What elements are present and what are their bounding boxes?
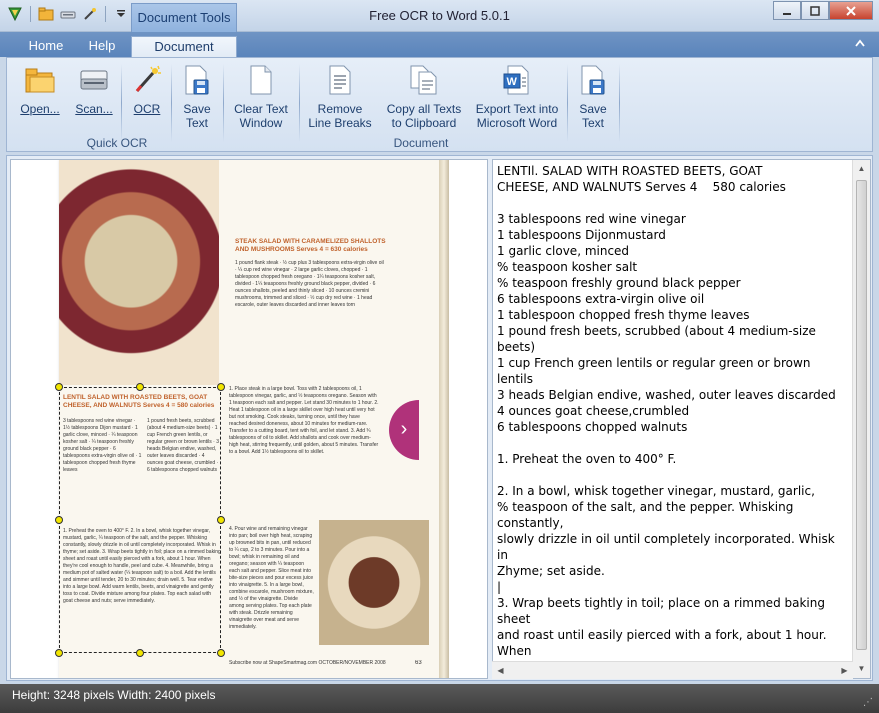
page-edge: [439, 160, 449, 678]
selection-handle-tl[interactable]: [55, 383, 63, 391]
image-preview-pane[interactable]: STEAK SALAD WITH CARAMELIZED SHALLOTS AN…: [10, 159, 488, 679]
scanner-icon: [77, 62, 111, 98]
window-controls: [773, 1, 873, 20]
selection-handle-br[interactable]: [217, 649, 225, 657]
app-logo-icon[interactable]: [6, 5, 24, 23]
ribbon-separator: [567, 64, 568, 142]
magic-wand-icon: [130, 62, 164, 98]
qat-separator: [30, 6, 31, 22]
copy-label-1: Copy all Texts: [386, 102, 462, 116]
ribbon-separator: [121, 64, 122, 142]
tab-home[interactable]: Home: [18, 36, 74, 57]
ocr-label: OCR: [133, 102, 161, 116]
save-text-label-2: Text: [185, 116, 208, 130]
scan-button[interactable]: Scan...: [69, 62, 119, 136]
ocr-button[interactable]: OCR: [125, 62, 169, 136]
steak-ingredients-text: 1 pound flank steak · ½ cup plus 3 table…: [235, 260, 384, 308]
export-label-2: Microsoft Word: [476, 116, 558, 130]
steak-salad-heading: STEAK SALAD WITH CARAMELIZED SHALLOTS AN…: [235, 238, 386, 253]
page-footer: Subscribe now at ShapeSmartmag.com OCTOB…: [229, 660, 386, 666]
scan-label: Scan...: [75, 102, 113, 116]
group-label-document: Document: [393, 136, 449, 150]
clear-label-2: Window: [239, 116, 283, 130]
remove-label-1: Remove: [317, 102, 363, 116]
copy-all-texts-button[interactable]: Copy all Texts to Clipboard: [381, 62, 467, 136]
export-label-1: Export Text into: [475, 102, 559, 116]
save-text-button[interactable]: Save Text: [175, 62, 219, 136]
copy-pages-icon: [407, 62, 441, 98]
tab-document[interactable]: Document: [131, 36, 237, 57]
scanner-small-icon[interactable]: [59, 5, 77, 23]
save2-label-2: Text: [581, 116, 604, 130]
vertical-scrollbar[interactable]: ▲ ▼: [852, 160, 870, 678]
scroll-thumb[interactable]: [856, 180, 867, 650]
minimize-button[interactable]: [773, 1, 801, 20]
folder-icon: [23, 62, 57, 98]
ribbon-separator: [171, 64, 172, 142]
scroll-down-icon[interactable]: ▼: [853, 660, 870, 677]
page-number: 63: [415, 660, 422, 666]
selection-handle-b[interactable]: [136, 649, 144, 657]
ribbon-separator: [299, 64, 300, 142]
ribbon-separator: [619, 64, 620, 142]
scroll-up-icon[interactable]: ▲: [853, 160, 870, 177]
ocr-text-panel[interactable]: LENTIl. SALAD WITH ROASTED BEETS, GOAT C…: [492, 159, 871, 679]
maximize-button[interactable]: [801, 1, 829, 20]
clear-label-1: Clear Text: [234, 102, 288, 116]
steak-steps-text: 1. Place steak in a large bowl. Toss wit…: [229, 386, 379, 455]
save-icon: [180, 62, 214, 98]
resize-grip-icon[interactable]: ⋰: [863, 692, 875, 708]
open-file-icon[interactable]: [37, 5, 55, 23]
ribbon-separator: [223, 64, 224, 142]
close-button[interactable]: [829, 1, 873, 20]
open-button[interactable]: Open...: [15, 62, 65, 136]
salad-photo: [59, 160, 219, 385]
save-text-button-2[interactable]: Save Text: [571, 62, 615, 136]
selection-handle-bl[interactable]: [55, 649, 63, 657]
status-bar: Height: 3248 pixels Width: 2400 pixels ⋰: [0, 684, 879, 713]
open-label: Open...: [20, 102, 60, 116]
selection-handle-tr[interactable]: [217, 383, 225, 391]
remove-label-2: Line Breaks: [308, 116, 372, 130]
copy-label-2: to Clipboard: [391, 116, 457, 130]
save-text-label-1: Save: [183, 102, 211, 116]
word-doc-icon: W: [500, 62, 534, 98]
export-to-word-button[interactable]: W Export Text into Microsoft Word: [471, 62, 563, 136]
main-area: STEAK SALAD WITH CARAMELIZED SHALLOTS AN…: [6, 155, 873, 681]
steak-steps-text-2: 4. Pour wine and remaining vinegar into …: [229, 526, 314, 630]
context-tab-document-tools: Document Tools: [131, 3, 237, 32]
customize-qat-icon[interactable]: [112, 5, 130, 23]
clear-text-window-button[interactable]: Clear Text Window: [227, 62, 295, 136]
maximize-icon: [810, 5, 820, 16]
page-arrow-tab: ›: [389, 400, 419, 460]
save-icon: [576, 62, 610, 98]
steak-photo: [319, 520, 429, 645]
collapse-ribbon-icon[interactable]: [855, 38, 867, 50]
text-page-icon: [323, 62, 357, 98]
horizontal-scrollbar[interactable]: ◀ ▶: [492, 661, 853, 679]
tab-help[interactable]: Help: [78, 36, 126, 57]
scroll-right-icon[interactable]: ▶: [836, 662, 853, 679]
blank-page-icon: [244, 62, 278, 98]
group-label-quick-ocr: Quick OCR: [86, 136, 148, 150]
remove-line-breaks-button[interactable]: Remove Line Breaks: [303, 62, 377, 136]
svg-text:W: W: [507, 76, 518, 88]
title-bar: Document Tools Free OCR to Word 5.0.1: [0, 0, 879, 32]
minimize-icon: [783, 12, 791, 15]
ocr-selection-box[interactable]: [59, 387, 221, 653]
image-dimensions-status: Height: 3248 pixels Width: 2400 pixels: [12, 688, 216, 702]
ocr-text-content[interactable]: LENTIl. SALAD WITH ROASTED BEETS, GOAT C…: [497, 163, 849, 678]
close-icon: [846, 5, 856, 16]
ribbon: Open... Scan... OCR Save Text Quick OCR …: [6, 57, 873, 152]
selection-handle-t[interactable]: [136, 383, 144, 391]
selection-handle-l[interactable]: [55, 516, 63, 524]
scanned-page-image: STEAK SALAD WITH CARAMELIZED SHALLOTS AN…: [55, 160, 439, 678]
scroll-left-icon[interactable]: ◀: [492, 662, 509, 679]
qat-separator: [105, 6, 106, 22]
selection-handle-r[interactable]: [217, 516, 225, 524]
quick-access-toolbar: [6, 5, 130, 23]
wand-small-icon[interactable]: [81, 5, 99, 23]
save2-label-1: Save: [579, 102, 607, 116]
ribbon-tab-strip: Home Help Document: [0, 32, 879, 57]
